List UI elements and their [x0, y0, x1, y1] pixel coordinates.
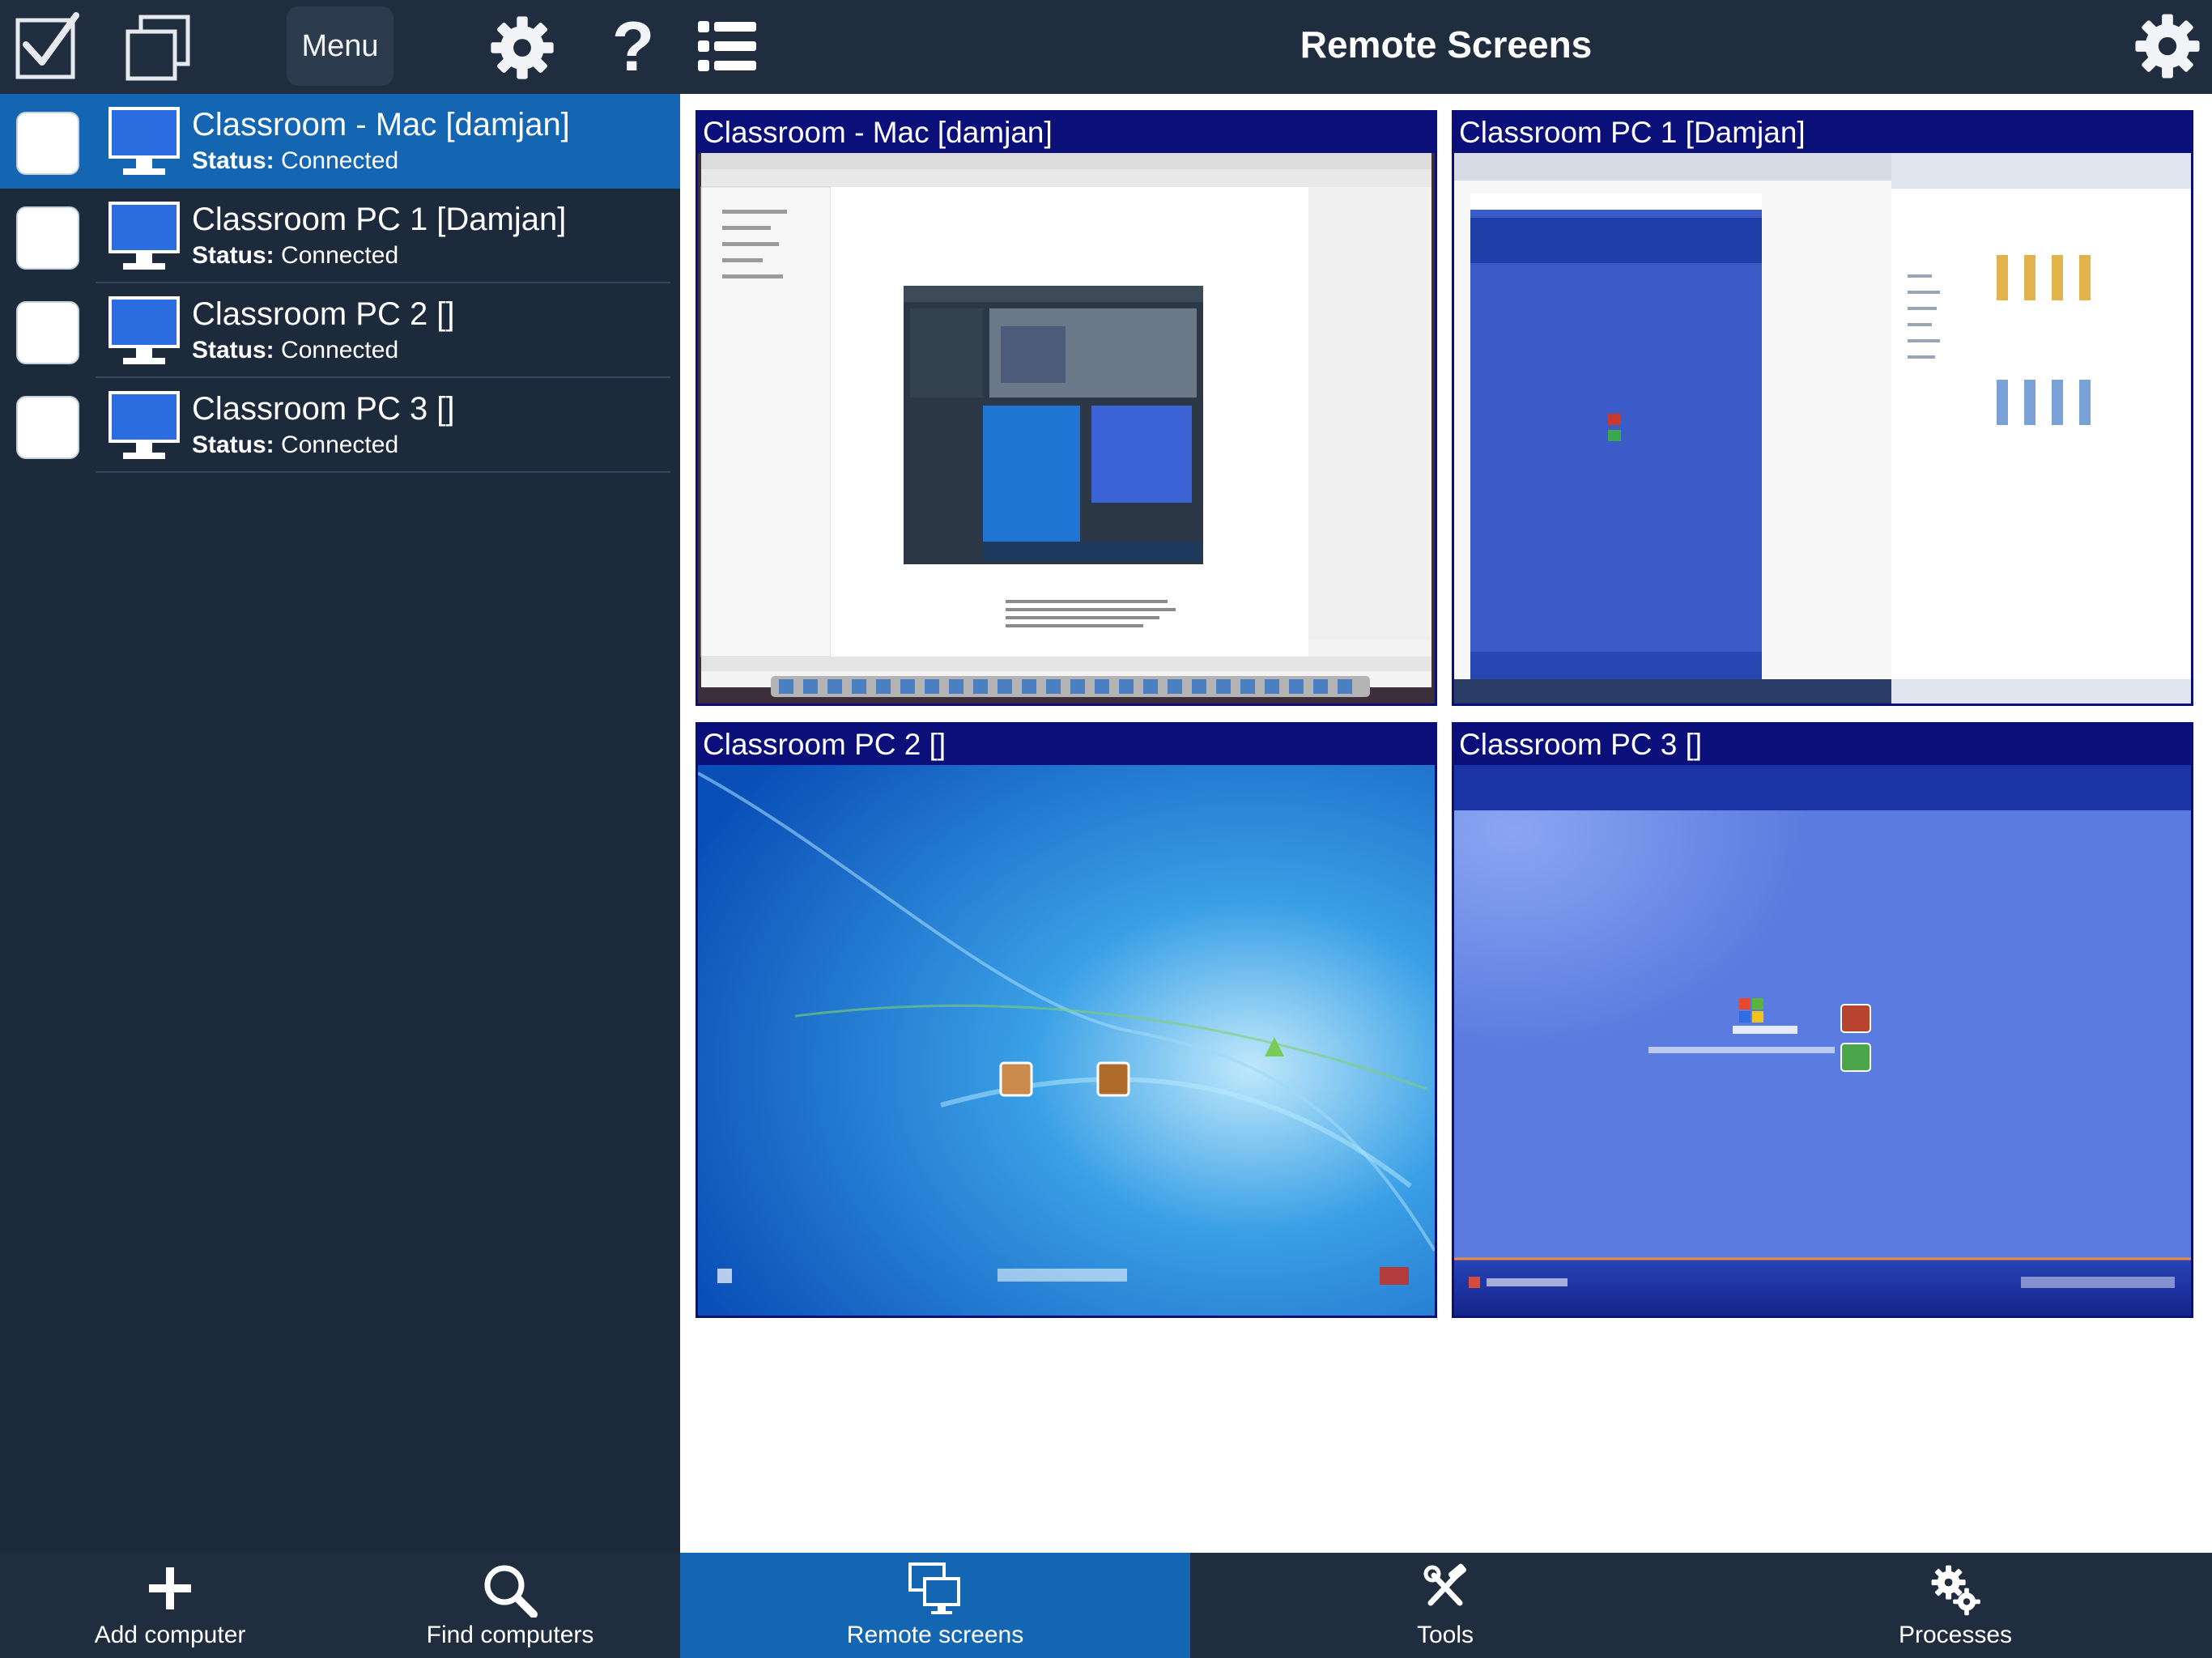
screen-title: Classroom PC 1 [Damjan]: [1459, 116, 1806, 149]
find-computers-label: Find computers: [426, 1622, 594, 1648]
page-title: Remote Screens: [1300, 23, 1593, 66]
status-value: Connected: [281, 432, 399, 458]
search-icon: [484, 1565, 538, 1618]
status-label: Status:: [192, 432, 274, 458]
tab-tools[interactable]: Tools: [1190, 1553, 1700, 1658]
menu-button[interactable]: Menu: [287, 6, 393, 86]
sidebar-toolbar: Menu ?: [0, 0, 680, 94]
screen-title: Classroom PC 2 []: [703, 728, 946, 761]
tab-remote-screens[interactable]: Remote screens: [680, 1553, 1190, 1658]
settings-gear-icon[interactable]: [486, 11, 559, 84]
app-root: Menu ? Classroom - Mac [damjan] Status: …: [0, 0, 2212, 1658]
screen-thumbnail[interactable]: [1454, 153, 2191, 704]
computer-list: Classroom - Mac [damjan] Status: Connect…: [0, 94, 680, 473]
monitor-icon: [108, 296, 180, 364]
computer-name: Classroom PC 3 []: [192, 391, 455, 427]
computer-name: Classroom - Mac [damjan]: [192, 107, 570, 142]
find-computers-button[interactable]: Find computers: [405, 1553, 615, 1658]
add-computer-label: Add computer: [94, 1622, 246, 1648]
computer-status: Status: Connected: [192, 337, 398, 364]
list-item[interactable]: Classroom PC 1 [Damjan] Status: Connecte…: [0, 189, 680, 283]
tab-processes[interactable]: Processes: [1700, 1553, 2210, 1658]
tools-icon: [1423, 1563, 1467, 1606]
screen-thumbnail[interactable]: [698, 153, 1435, 704]
screen-thumbnail[interactable]: [1454, 765, 2191, 1316]
sidebar-bottom-bar: Add computer Find computers: [0, 1553, 680, 1658]
sidebar: Menu ? Classroom - Mac [damjan] Status: …: [0, 0, 680, 1658]
screen-title: Classroom PC 3 []: [1459, 728, 1703, 761]
divider: [96, 471, 670, 473]
main-header: Remote Screens: [680, 0, 2212, 94]
status-label: Status:: [192, 147, 274, 174]
tab-label: Tools: [1416, 1622, 1474, 1648]
item-checkbox[interactable]: [16, 206, 79, 270]
add-computer-button[interactable]: Add computer: [65, 1553, 275, 1658]
monitor-icon: [108, 107, 180, 175]
item-checkbox[interactable]: [16, 396, 79, 459]
computer-name: Classroom PC 1 [Damjan]: [192, 202, 567, 237]
monitor-icon: [108, 391, 180, 459]
multi-window-icon[interactable]: [121, 13, 194, 83]
status-value: Connected: [281, 147, 399, 174]
remote-screens-icon: [908, 1562, 960, 1614]
status-value: Connected: [281, 242, 399, 269]
computer-status: Status: Connected: [192, 147, 398, 175]
tab-label: Processes: [1898, 1622, 2013, 1648]
remote-screen-tile[interactable]: Classroom PC 2 []: [696, 722, 1437, 1318]
processes-gears-icon: [1931, 1565, 1980, 1616]
remote-screen-tile[interactable]: Classroom - Mac [damjan]: [696, 110, 1437, 706]
select-all-checkbox-icon[interactable]: [13, 11, 84, 81]
status-label: Status:: [192, 337, 274, 363]
monitor-icon: [108, 202, 180, 270]
main-tab-bar: Remote screens Tools Processes: [680, 1553, 2212, 1658]
tab-label: Remote screens: [846, 1622, 1024, 1648]
item-checkbox[interactable]: [16, 301, 79, 364]
list-item[interactable]: Classroom - Mac [damjan] Status: Connect…: [0, 94, 680, 189]
computer-status: Status: Connected: [192, 432, 398, 459]
list-item[interactable]: Classroom PC 2 [] Status: Connected: [0, 283, 680, 378]
item-checkbox[interactable]: [16, 112, 79, 175]
status-label: Status:: [192, 242, 274, 269]
screen-settings-gear-icon[interactable]: [2133, 11, 2202, 85]
plus-icon: [149, 1567, 191, 1609]
list-item[interactable]: Classroom PC 3 [] Status: Connected: [0, 378, 680, 473]
help-button[interactable]: ?: [599, 8, 667, 86]
remote-screen-tile[interactable]: Classroom PC 1 [Damjan]: [1452, 110, 2193, 706]
computer-status: Status: Connected: [192, 242, 398, 270]
screen-title: Classroom - Mac [damjan]: [703, 116, 1053, 149]
status-value: Connected: [281, 337, 399, 363]
computer-name: Classroom PC 2 []: [192, 296, 455, 332]
remote-screen-tile[interactable]: Classroom PC 3 []: [1452, 722, 2193, 1318]
screen-thumbnail[interactable]: [698, 765, 1435, 1316]
remote-screens-grid: Classroom - Mac [damjan] Classroom PC 1 …: [680, 94, 2212, 1553]
